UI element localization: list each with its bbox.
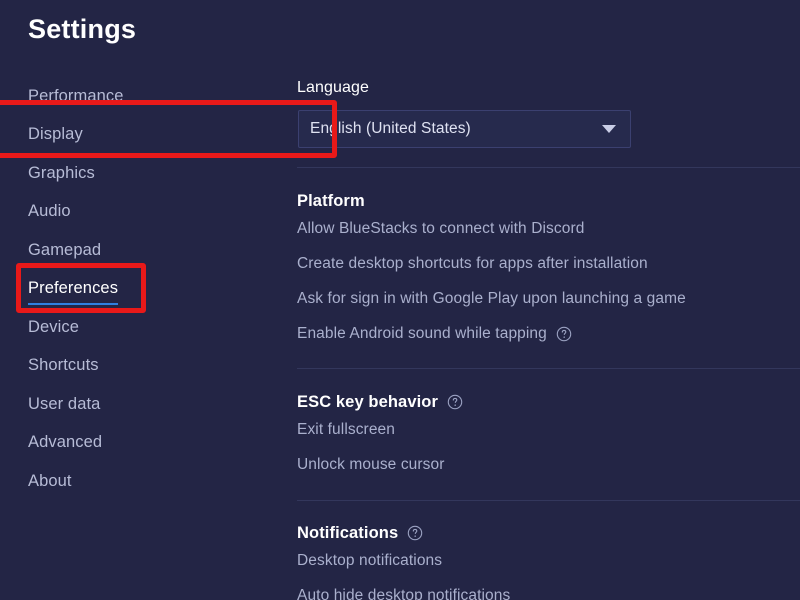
chevron-down-icon <box>602 125 616 133</box>
option-label: Exit fullscreen <box>297 421 395 438</box>
option-row[interactable]: Create desktop shortcuts for apps after … <box>297 253 648 275</box>
help-icon[interactable] <box>407 525 423 541</box>
sidebar-item-label: Graphics <box>28 163 95 182</box>
sidebar-item-label: Gamepad <box>28 240 102 259</box>
option-label: Allow BlueStacks to connect with Discord <box>297 220 585 237</box>
sidebar-item-display[interactable]: Display <box>0 117 280 156</box>
sidebar-item-label: Preferences <box>28 279 119 306</box>
sidebar-item-advanced[interactable]: Advanced <box>0 425 280 464</box>
sidebar: Performance Display Graphics Audio Gamepad Pr… <box>0 78 280 502</box>
section-divider <box>297 368 800 369</box>
sidebar-item-performance[interactable]: Performance <box>0 78 280 117</box>
option-row[interactable]: Auto hide desktop notifications <box>297 585 510 600</box>
sidebar-item-graphics[interactable]: Graphics <box>0 155 280 194</box>
section-divider <box>297 500 800 501</box>
section-esc-key-behavior: ESC key behavior Exit fullscreen Unlock mo… <box>297 391 800 473</box>
sidebar-item-label: Shortcuts <box>28 356 99 375</box>
sidebar-item-label: User data <box>28 394 101 413</box>
option-label: Enable Android sound while tapping <box>297 325 547 342</box>
section-heading: Platform <box>297 190 800 212</box>
sidebar-item-user-data[interactable]: User data <box>0 386 280 425</box>
section-divider <box>297 167 800 168</box>
option-row[interactable]: Allow BlueStacks to connect with Discord <box>297 218 584 240</box>
option-row[interactable]: Exit fullscreen <box>297 419 395 441</box>
help-icon[interactable] <box>447 394 463 410</box>
option-label: Auto hide desktop notifications <box>297 587 511 600</box>
option-row[interactable]: Unlock mouse cursor <box>297 454 444 476</box>
option-label: Create desktop shortcuts for apps after … <box>297 255 648 272</box>
help-icon[interactable] <box>556 326 572 342</box>
language-dropdown[interactable]: English (United States) <box>298 110 631 148</box>
language-dropdown-value: English (United States) <box>310 120 471 137</box>
section-platform: Platform Allow BlueStacks to connect with… <box>297 190 800 343</box>
sidebar-item-audio[interactable]: Audio <box>0 194 280 233</box>
sidebar-item-device[interactable]: Device <box>0 309 280 348</box>
option-row[interactable]: Desktop notifications <box>297 550 442 572</box>
section-heading: ESC key behavior <box>297 391 800 413</box>
sidebar-item-preferences[interactable]: Preferences <box>0 271 280 310</box>
sidebar-item-gamepad[interactable]: Gamepad <box>0 232 280 271</box>
option-label: Desktop notifications <box>297 552 443 569</box>
settings-window: Settings Performance Display Graphics Audio… <box>0 0 800 600</box>
option-row[interactable]: Enable Android sound while tapping <box>297 323 572 345</box>
sidebar-item-label: Display <box>28 125 83 144</box>
option-row[interactable]: Ask for sign in with Google Play upon la… <box>297 288 686 310</box>
sidebar-item-label: About <box>28 471 72 490</box>
sidebar-item-label: Performance <box>28 86 124 105</box>
section-heading-label: ESC key behavior <box>297 392 438 411</box>
option-label: Ask for sign in with Google Play upon la… <box>297 290 686 307</box>
sidebar-item-label: Device <box>28 317 80 336</box>
page-title: Settings <box>28 14 137 44</box>
settings-content-panel: Language English (United States) Platfor… <box>297 0 800 600</box>
sidebar-item-shortcuts[interactable]: Shortcuts <box>0 348 280 387</box>
sidebar-item-about[interactable]: About <box>0 463 280 502</box>
section-heading-label: Platform <box>297 191 365 210</box>
sidebar-item-label: Advanced <box>28 433 103 452</box>
section-notifications: Notifications Desktop notifications Auto h… <box>297 522 800 600</box>
option-label: Unlock mouse cursor <box>297 456 445 473</box>
sidebar-item-label: Audio <box>28 202 71 221</box>
section-heading: Notifications <box>297 522 800 544</box>
section-heading-label: Notifications <box>297 523 399 542</box>
language-label: Language <box>297 79 369 96</box>
